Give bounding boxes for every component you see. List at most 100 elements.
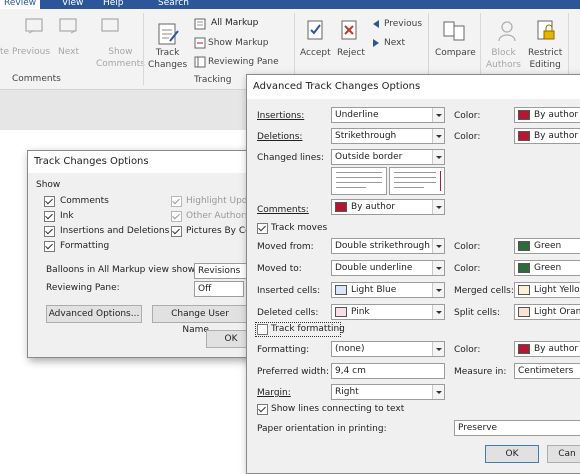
paper-orientation-label: Paper orientation in printing: xyxy=(257,424,387,434)
comments-checkbox[interactable] xyxy=(44,196,55,207)
insertions-deletions-checkbox[interactable] xyxy=(44,226,55,237)
moved-to-value: Double underline xyxy=(335,263,413,273)
tab-review[interactable]: Review xyxy=(0,0,41,9)
reviewing-pane-dropdown[interactable]: Off xyxy=(194,281,244,297)
tab-help[interactable]: Help xyxy=(103,0,124,9)
restrict-editing-button[interactable]: Restrict Editing xyxy=(528,47,562,71)
deletions-color-dropdown[interactable]: By author xyxy=(514,128,580,144)
preferred-width-input[interactable]: 9,4 cm xyxy=(331,363,445,379)
moved-to-label: Moved to: xyxy=(257,264,302,274)
group-label-comments: Comments xyxy=(12,74,61,84)
changed-lines-dropdown[interactable]: Outside border xyxy=(331,149,445,165)
dialog-title: Track Changes Options xyxy=(28,151,260,173)
previous-change-button[interactable]: Previous xyxy=(384,18,422,30)
deletions-value: Strikethrough xyxy=(335,131,397,141)
chevron-down-icon xyxy=(432,261,444,275)
track-moves-checkbox[interactable] xyxy=(257,223,268,234)
show-lines-checkbox[interactable] xyxy=(257,404,268,415)
show-section-label: Show xyxy=(36,180,61,190)
insertions-color-dropdown[interactable]: By author xyxy=(514,107,580,123)
deletions-label: Deletions: xyxy=(257,132,303,142)
block-authors-icon xyxy=(498,21,516,42)
changed-lines-preview-right xyxy=(389,167,445,195)
delete-comment-button[interactable]: te xyxy=(0,46,9,58)
split-cells-dropdown[interactable]: Light Orange xyxy=(514,304,580,320)
tab-search[interactable]: Search xyxy=(158,0,189,9)
track-changes-options-dialog: Track Changes Options Show Comments Ink … xyxy=(27,150,261,358)
restrict-editing-label-1: Restrict xyxy=(528,48,563,58)
margin-dropdown[interactable]: Right xyxy=(331,384,445,400)
ink-checkbox[interactable] xyxy=(44,211,55,222)
formatting-color-label: Color: xyxy=(454,345,481,355)
color-swatch xyxy=(335,202,347,212)
split-cells-value: Light Orange xyxy=(534,307,580,317)
chevron-down-icon xyxy=(432,385,444,399)
formatting-label: Formatting: xyxy=(257,345,310,355)
display-for-review-value: All Markup xyxy=(211,18,259,28)
inserted-cells-value: Light Blue xyxy=(351,285,397,295)
other-authors-checkbox[interactable] xyxy=(171,211,182,222)
moved-to-dropdown[interactable]: Double underline xyxy=(331,260,445,276)
chevron-down-icon xyxy=(432,108,444,122)
change-user-name-button[interactable]: Change User Name... xyxy=(152,305,248,335)
next-comment-icon xyxy=(59,18,77,34)
inserted-cells-label: Inserted cells: xyxy=(257,286,321,296)
reviewing-pane-label: Reviewing Pane: xyxy=(46,283,120,293)
balloons-label: Balloons in All Markup view show: xyxy=(46,265,198,275)
highlight-updates-checkbox[interactable] xyxy=(171,196,182,207)
changed-lines-value: Outside border xyxy=(335,152,403,162)
color-swatch xyxy=(518,285,530,295)
display-for-review-dropdown[interactable]: All Markup xyxy=(208,16,288,32)
formatting-color-value: By author xyxy=(534,344,579,354)
moved-from-dropdown[interactable]: Double strikethrough xyxy=(331,238,445,254)
block-authors-button[interactable]: Block Authors xyxy=(486,47,521,71)
chevron-down-icon xyxy=(432,150,444,164)
track-changes-icon xyxy=(158,23,179,45)
balloons-dropdown[interactable]: Revisions xyxy=(194,263,254,279)
color-swatch xyxy=(518,307,530,317)
chevron-down-icon xyxy=(432,283,444,297)
moved-to-color-dropdown[interactable]: Green xyxy=(514,260,580,276)
show-comments-button[interactable]: Show Comments xyxy=(96,46,145,70)
next-change-button[interactable]: Next xyxy=(384,37,405,49)
chevron-down-icon xyxy=(432,129,444,143)
advanced-options-button[interactable]: Advanced Options... xyxy=(46,305,142,323)
formatting-dropdown[interactable]: (none) xyxy=(331,341,445,357)
track-formatting-checkbox[interactable] xyxy=(257,324,268,335)
comments-color-dropdown[interactable]: By author xyxy=(331,199,445,215)
inserted-cells-dropdown[interactable]: Light Blue xyxy=(331,282,445,298)
show-comments-label-1: Show xyxy=(108,47,133,57)
next-comment-button[interactable]: Next xyxy=(58,46,79,58)
accept-button[interactable]: Accept xyxy=(300,47,331,59)
compare-icon xyxy=(443,21,465,41)
atco-cancel-button[interactable]: Can xyxy=(547,445,580,463)
formatting-color-dropdown[interactable]: By author xyxy=(514,341,580,357)
moved-from-color-dropdown[interactable]: Green xyxy=(514,238,580,254)
merged-cells-dropdown[interactable]: Light Yellow xyxy=(514,282,580,298)
advanced-track-changes-options-dialog: Advanced Track Changes Options Insertion… xyxy=(246,74,580,474)
reject-button[interactable]: Reject xyxy=(337,47,365,59)
deletions-color-label: Color: xyxy=(454,132,481,142)
track-changes-label-2: Changes xyxy=(148,60,188,70)
reject-icon xyxy=(341,20,357,40)
reviewing-pane-button[interactable]: Reviewing Pane xyxy=(208,56,279,68)
formatting-checkbox[interactable] xyxy=(44,241,55,252)
compare-button[interactable]: Compare xyxy=(435,47,476,59)
tab-view[interactable]: View xyxy=(62,0,83,9)
track-changes-button[interactable]: Track Changes xyxy=(148,47,187,71)
deleted-cells-dropdown[interactable]: Pink xyxy=(331,304,445,320)
next-change-icon xyxy=(373,39,379,47)
pictures-by-comments-checkbox[interactable] xyxy=(171,226,182,237)
ribbon-tab-bar: Review View Help Search xyxy=(0,0,580,9)
measure-in-dropdown[interactable]: Centimeters xyxy=(514,363,580,379)
deletions-dropdown[interactable]: Strikethrough xyxy=(331,128,445,144)
moved-from-color-label: Color: xyxy=(454,242,481,252)
show-markup-button[interactable]: Show Markup xyxy=(208,37,268,49)
previous-comment-button[interactable]: Previous xyxy=(12,46,50,58)
track-moves-label: Track moves xyxy=(271,223,328,233)
paper-orientation-dropdown[interactable]: Preserve xyxy=(454,420,580,436)
insertions-dropdown[interactable]: Underline xyxy=(331,107,445,123)
color-swatch xyxy=(335,285,347,295)
reviewing-pane-value: Off xyxy=(198,284,212,294)
atco-ok-button[interactable]: OK xyxy=(485,445,539,463)
